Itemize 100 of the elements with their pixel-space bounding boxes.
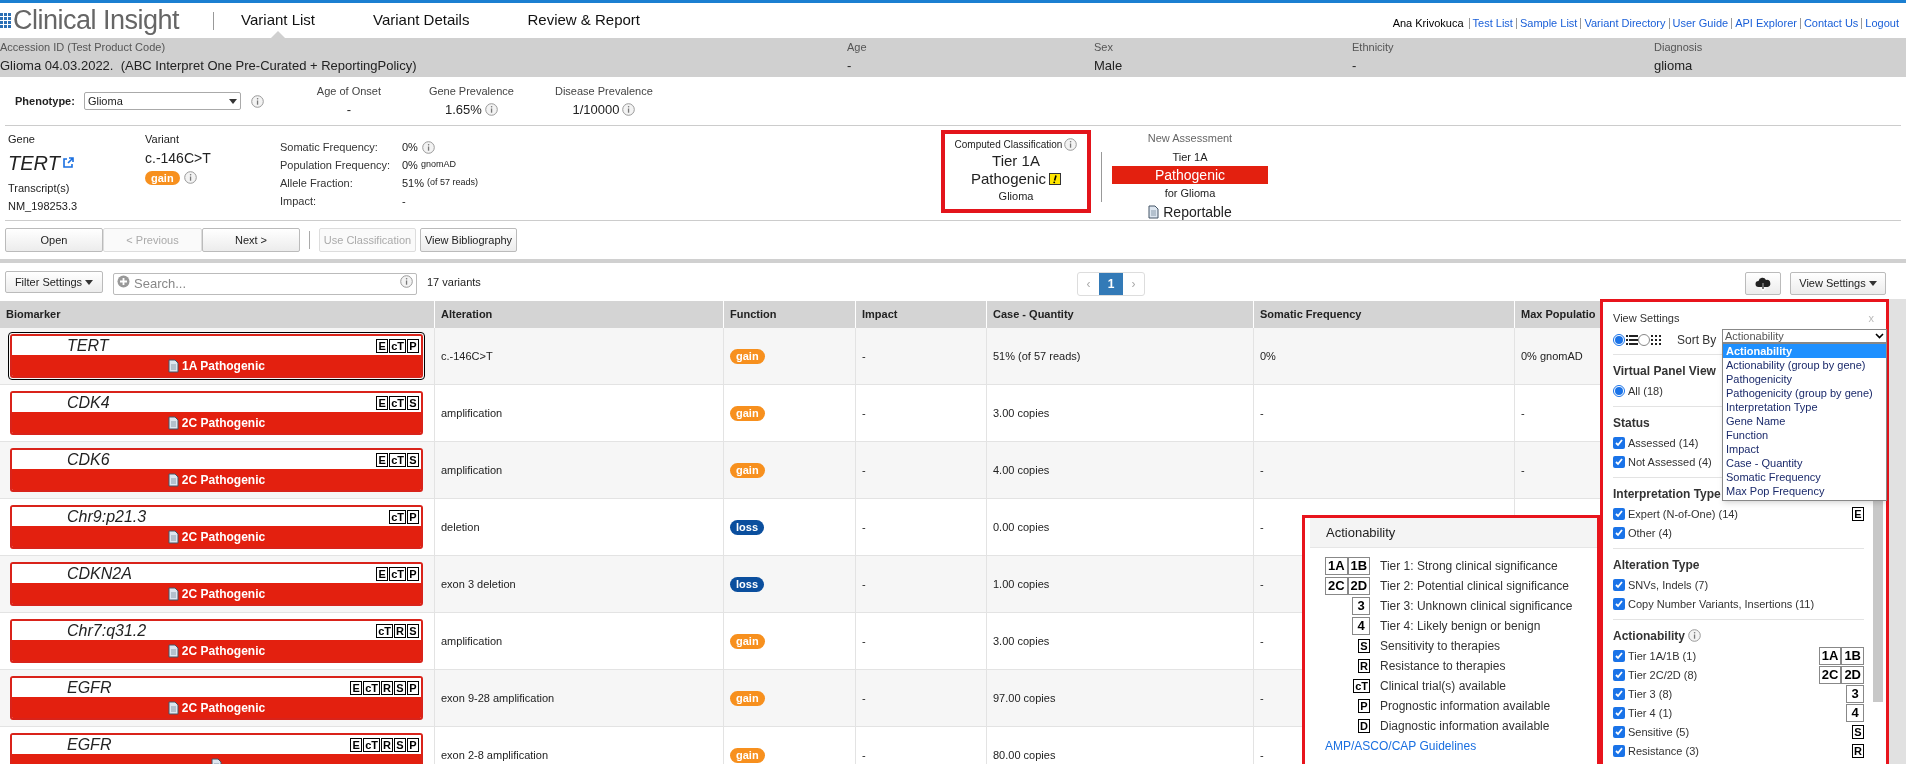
info-icon[interactable] [1688,629,1701,642]
nav-tab[interactable]: Variant Details [372,3,471,38]
checkbox[interactable] [1613,650,1625,662]
header-link[interactable]: Sample List [1518,15,1579,32]
gene-name: EGFR [67,735,113,755]
detail-value: 0% [402,139,418,155]
guidelines-link[interactable]: AMP/ASCO/CAP Guidelines [1325,737,1597,755]
radio-button[interactable] [1613,385,1625,397]
sort-option[interactable]: Max Pop Frequency [1723,484,1886,498]
actionability-badge: E [1852,507,1864,521]
actionability-badge: 2D [1347,577,1370,595]
sort-option[interactable]: Case - Quantity [1723,456,1886,470]
table-cell-text: - [862,690,866,706]
filter-option-label: Expert (N-of-One) (14) [1628,506,1739,522]
biomarker-card[interactable]: TERT E cT P 1A Pathogenic [8,332,425,380]
biomarker-card[interactable]: EGFR E cT R S P 2C Pathogenic [8,674,425,722]
checkbox[interactable] [1613,579,1625,591]
legend-text: Tier 3: Unknown clinical significance [1380,598,1573,615]
biomarker-card[interactable]: Chr9:p21.3 cT P 2C Pathogenic [8,503,425,551]
view-settings-button[interactable]: View Settings [1790,272,1886,295]
biomarker-card[interactable]: EGFR E cT R S P [8,731,425,764]
info-icon[interactable] [183,171,197,184]
table-cell-text: - [862,633,866,649]
action-button[interactable]: Open [5,228,103,252]
header-link[interactable]: Variant Directory [1583,15,1667,32]
info-icon[interactable] [622,102,636,116]
gene-name: CDK4 [67,393,111,413]
checkbox[interactable] [1613,669,1625,681]
actionability-badge: R [394,623,406,638]
external-link-icon[interactable] [61,156,74,169]
table-cell-text: amplification [441,633,503,649]
document-icon [167,472,179,487]
logo-icon [0,10,12,31]
header-link[interactable]: User Guide [1671,15,1730,32]
sort-option[interactable]: Actionability (group by gene) [1723,358,1886,372]
biomarker-card[interactable]: Chr7:q31.2 cT R S 2C Pathogenic [8,617,425,665]
checkbox[interactable] [1613,707,1625,719]
checkbox[interactable] [1613,745,1625,757]
header-link[interactable]: Logout [1864,15,1900,32]
field-value: Male [1094,56,1124,75]
caret-icon [228,98,237,104]
table-cell-text: - [1260,690,1264,706]
sort-option[interactable]: Somatic Frequency [1723,470,1886,484]
table-cell-text: exon 2-8 amplification [441,747,548,763]
action-button[interactable]: View Bibliography [420,228,517,252]
action-button[interactable]: Next > [202,228,300,252]
search-field[interactable]: Search... [113,272,417,295]
filter-option-label: Not Assessed (4) [1628,454,1712,470]
biomarker-card[interactable]: CDK6 E cT S 2C Pathogenic [8,446,425,494]
actionability-badge: E [376,338,389,353]
gene-name: Chr7:q31.2 [67,621,148,641]
table-cell-text: amplification [441,405,503,421]
header-link[interactable]: API Explorer [1734,15,1798,32]
page-scrollbar[interactable] [1889,299,1906,764]
actionability-badge: cT [376,623,393,638]
sort-option[interactable]: Pathogenicity (group by gene) [1723,386,1886,400]
sort-option[interactable]: Function [1723,428,1886,442]
download-button[interactable] [1745,272,1781,295]
actionability-badge: cT [389,452,406,467]
nav-tab[interactable]: Review & Report [526,3,641,38]
gene-name: CDK6 [67,450,111,470]
classification-label: 1A Pathogenic [182,357,265,375]
checkbox[interactable] [1613,456,1625,468]
biomarker-card[interactable]: CDKN2A E cT P 2C Pathogenic [8,560,425,608]
header-link[interactable]: Contact Us [1802,15,1860,32]
detail-value: 0% [402,157,418,173]
info-icon[interactable] [1064,138,1078,151]
grid-view-icon [1651,334,1661,345]
info-icon[interactable] [484,102,498,116]
classification-label: 2C Pathogenic [181,642,266,660]
actionability-badge: cT [389,395,406,410]
checkbox[interactable] [1613,508,1625,520]
biomarker-card[interactable]: CDK4 E cT S 2C Pathogenic [8,389,425,437]
stat-value: - [346,100,352,119]
checkbox[interactable] [1613,726,1625,738]
table-cell-text: 3.00 copies [993,633,1050,649]
actionability-badge: 3 [1846,685,1864,703]
sort-option[interactable]: Impact [1723,442,1886,456]
radio-button[interactable] [1638,333,1650,346]
checkbox[interactable] [1613,437,1625,449]
info-icon[interactable] [421,140,435,154]
sort-select[interactable]: Actionability [1722,329,1887,343]
page-button[interactable]: 1 [1099,273,1123,295]
header-link[interactable]: Test List [1471,15,1514,32]
checkbox[interactable] [1613,688,1625,700]
sort-option[interactable]: Pathogenicity [1723,372,1886,386]
table-cell-text: 0% [1260,348,1276,364]
info-icon[interactable] [400,275,413,288]
function-badge: gain [145,170,180,185]
sort-option[interactable]: Interpretation Type [1723,400,1886,414]
filter-option-label: SNVs, Indels (7) [1628,577,1709,593]
field-label: Transcript(s) [8,180,71,196]
column-header[interactable]: Max Populatio [1515,301,1600,328]
checkbox[interactable] [1613,598,1625,610]
filter-settings-button[interactable]: Filter Settings [5,271,103,293]
info-icon[interactable] [250,95,264,109]
sort-option[interactable]: Gene Name [1723,414,1886,428]
phenotype-select[interactable]: Glioma [83,92,241,110]
stat-value: 1/10000 [572,100,620,119]
checkbox[interactable] [1613,527,1625,539]
